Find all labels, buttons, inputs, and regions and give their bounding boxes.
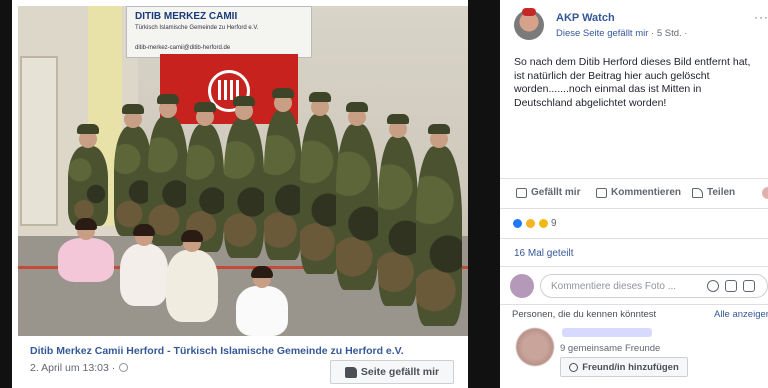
child-figure	[336, 102, 378, 290]
comment-placeholder: Kommentiere dieses Foto ...	[551, 281, 677, 292]
suggested-person-avatar[interactable]	[516, 328, 554, 366]
middle-black-border	[468, 0, 500, 388]
haha-reaction-icon	[525, 218, 536, 229]
globe-icon	[119, 363, 129, 372]
divider	[500, 238, 768, 239]
mutual-friends[interactable]: 9 gemeinsame Freunde	[560, 343, 660, 354]
child-figure	[114, 104, 152, 236]
child-figure	[416, 124, 462, 326]
viewer-avatar[interactable]	[762, 187, 768, 199]
child-figure	[264, 88, 302, 260]
share-action-button[interactable]: Teilen	[692, 187, 735, 198]
divider	[500, 208, 768, 209]
page-liked-link[interactable]: Diese Seite gefällt mir	[556, 28, 648, 39]
share-icon	[692, 187, 703, 198]
more-options-icon[interactable]: ···	[754, 10, 768, 24]
thumbs-up-icon	[516, 187, 527, 198]
divider	[500, 178, 768, 179]
add-friend-icon	[569, 362, 579, 372]
like-reaction-icon	[512, 218, 523, 229]
sitting-child	[120, 224, 168, 306]
post-photo[interactable]: DITIB MERKEZ CAMII Türkisch Islamische G…	[18, 6, 470, 336]
divider	[500, 304, 768, 305]
child-figure	[300, 92, 340, 274]
thumbs-up-icon	[344, 366, 357, 378]
left-black-border	[0, 0, 12, 388]
sign-title: DITIB MERKEZ CAMII	[135, 11, 238, 22]
share-count[interactable]: 16 Mal geteilt	[514, 248, 573, 259]
sitting-child	[236, 266, 288, 336]
wow-reaction-icon	[538, 218, 549, 229]
emoji-icon[interactable]	[707, 280, 719, 292]
add-friend-button[interactable]: Freund/in hinzufügen	[560, 357, 688, 377]
ditib-post-card: DITIB MERKEZ CAMII Türkisch Islamische G…	[12, 0, 470, 388]
camera-icon[interactable]	[725, 280, 737, 292]
post-date[interactable]: 2. April um 13:03 ·	[30, 362, 129, 374]
avatar-hat	[522, 8, 536, 16]
like-page-label: Seite gefällt mir	[360, 366, 440, 378]
post-text: So nach dem Ditib Herford dieses Bild en…	[514, 56, 751, 109]
add-friend-label: Freund/in hinzufügen	[582, 361, 679, 373]
wall-sign: DITIB MERKEZ CAMII Türkisch Islamische G…	[126, 6, 312, 58]
child-figure	[378, 114, 418, 306]
sitting-child	[58, 218, 114, 282]
akp-watch-post-card: AKP Watch Diese Seite gefällt mir · 5 St…	[500, 0, 768, 388]
child-figure	[224, 96, 264, 258]
comment-input[interactable]: Kommentiere dieses Foto ...	[540, 274, 768, 298]
like-action-button[interactable]: Gefällt mir	[516, 187, 580, 198]
comment-action-label: Kommentieren	[611, 187, 682, 198]
reactions-summary[interactable]: 9	[512, 218, 557, 229]
post-time[interactable]: · 5 Std. ·	[648, 28, 687, 39]
see-all-link[interactable]: Alle anzeigen	[714, 309, 768, 320]
comment-icon	[596, 187, 607, 198]
page-name[interactable]: AKP Watch	[556, 12, 615, 24]
comment-action-button[interactable]: Kommentieren	[596, 187, 681, 198]
share-action-label: Teilen	[707, 187, 736, 198]
sign-subtitle: Türkisch Islamische Gemeinde zu Herford …	[135, 25, 259, 31]
pymk-title: Personen, die du kennen könntest	[512, 309, 657, 320]
sign-email: ditib-merkez-camii@ditib-herford.de	[135, 45, 231, 51]
reaction-count: 9	[551, 218, 557, 229]
post-source-title[interactable]: Ditib Merkez Camii Herford - Türkisch Is…	[30, 345, 404, 357]
suggested-person-name-blurred[interactable]	[562, 328, 652, 337]
commenter-avatar	[510, 274, 534, 298]
divider	[500, 266, 768, 267]
child-figure	[68, 124, 108, 226]
post-date-text: 2. April um 13:03 ·	[30, 362, 116, 374]
post-meta: Diese Seite gefällt mir · 5 Std. ·	[556, 28, 687, 39]
like-action-label: Gefällt mir	[531, 187, 581, 198]
sitting-child	[166, 230, 218, 322]
gif-icon[interactable]	[743, 280, 755, 292]
child-figure	[148, 94, 188, 246]
door	[20, 56, 58, 226]
like-page-button[interactable]: Seite gefällt mir	[330, 360, 454, 384]
post-actions: Gefällt mir Kommentieren Teilen	[514, 184, 768, 204]
